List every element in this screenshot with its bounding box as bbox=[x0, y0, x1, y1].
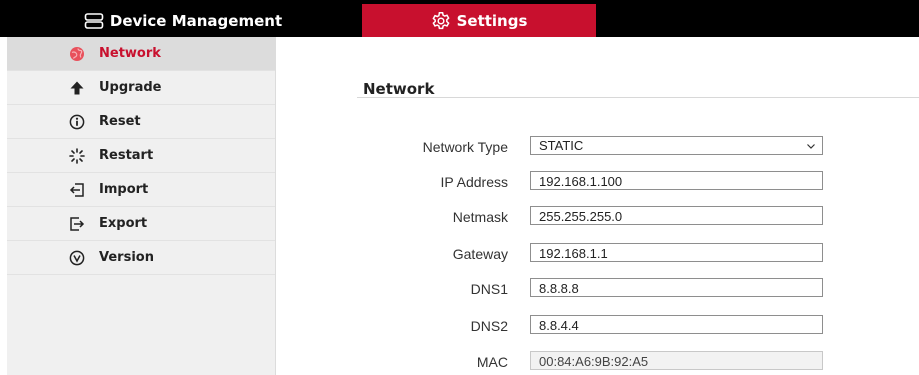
nav-device-management-label: Device Management bbox=[109, 11, 283, 30]
arrow-up-icon bbox=[68, 79, 86, 97]
loading-spinner-icon bbox=[68, 147, 86, 165]
netmask-input[interactable] bbox=[530, 206, 823, 225]
sidebar-item-label: Restart bbox=[99, 148, 154, 163]
sidebar-item-export[interactable]: Export bbox=[7, 207, 275, 241]
dns2-label: DNS2 bbox=[470, 318, 508, 334]
top-navigation-bar: Device Management Settings bbox=[0, 0, 919, 37]
nav-settings-label: Settings bbox=[456, 11, 528, 30]
sidebar-item-restart[interactable]: Restart bbox=[7, 139, 275, 173]
mac-address-field bbox=[530, 351, 823, 370]
dns1-input[interactable] bbox=[530, 278, 823, 297]
network-settings-panel: Network Network Type STATIC IP Address N… bbox=[277, 37, 919, 375]
netmask-row: Netmask bbox=[277, 206, 919, 230]
network-globe-icon bbox=[68, 45, 86, 63]
sidebar-item-label: Version bbox=[99, 250, 154, 265]
sidebar-item-import[interactable]: Import bbox=[7, 173, 275, 207]
nav-device-management[interactable]: Device Management bbox=[42, 4, 324, 37]
sidebar-item-label: Import bbox=[99, 182, 149, 197]
info-circle-icon bbox=[68, 113, 86, 131]
network-type-select[interactable]: STATIC bbox=[530, 136, 823, 155]
dns2-row: DNS2 bbox=[277, 315, 919, 339]
sidebar-item-upgrade[interactable]: Upgrade bbox=[7, 71, 275, 105]
nav-settings[interactable]: Settings bbox=[362, 4, 596, 37]
netmask-label: Netmask bbox=[452, 209, 508, 225]
network-type-row: Network Type STATIC bbox=[277, 136, 919, 160]
gateway-row: Gateway bbox=[277, 243, 919, 267]
server-icon bbox=[84, 11, 104, 31]
sidebar-item-label: Network bbox=[99, 46, 161, 61]
network-type-value: STATIC bbox=[539, 138, 584, 153]
page-title: Network bbox=[363, 80, 435, 98]
dns2-input[interactable] bbox=[530, 315, 823, 334]
import-icon bbox=[68, 181, 86, 199]
sidebar-item-label: Reset bbox=[99, 114, 141, 129]
network-type-label: Network Type bbox=[422, 139, 508, 155]
sidebar-item-version[interactable]: Version bbox=[7, 241, 275, 275]
mac-label: MAC bbox=[476, 354, 508, 370]
ip-address-row: IP Address bbox=[277, 171, 919, 195]
mac-row: MAC bbox=[277, 351, 919, 375]
export-icon bbox=[68, 215, 86, 233]
ip-address-input[interactable] bbox=[530, 171, 823, 190]
version-circle-icon bbox=[68, 249, 86, 267]
title-divider bbox=[357, 97, 919, 98]
chevron-down-icon bbox=[806, 138, 816, 154]
ip-address-label: IP Address bbox=[440, 174, 508, 190]
sidebar-item-label: Upgrade bbox=[99, 80, 162, 95]
sidebar-item-label: Export bbox=[99, 216, 148, 231]
dns1-row: DNS1 bbox=[277, 278, 919, 302]
sidebar-item-reset[interactable]: Reset bbox=[7, 105, 275, 139]
gear-icon bbox=[431, 11, 451, 31]
gateway-input[interactable] bbox=[530, 243, 823, 262]
sidebar-item-network[interactable]: Network bbox=[7, 37, 275, 71]
sidebar: Network Upgrade Reset Restart Import Exp… bbox=[7, 37, 276, 375]
dns1-label: DNS1 bbox=[470, 281, 508, 297]
gateway-label: Gateway bbox=[452, 246, 508, 262]
